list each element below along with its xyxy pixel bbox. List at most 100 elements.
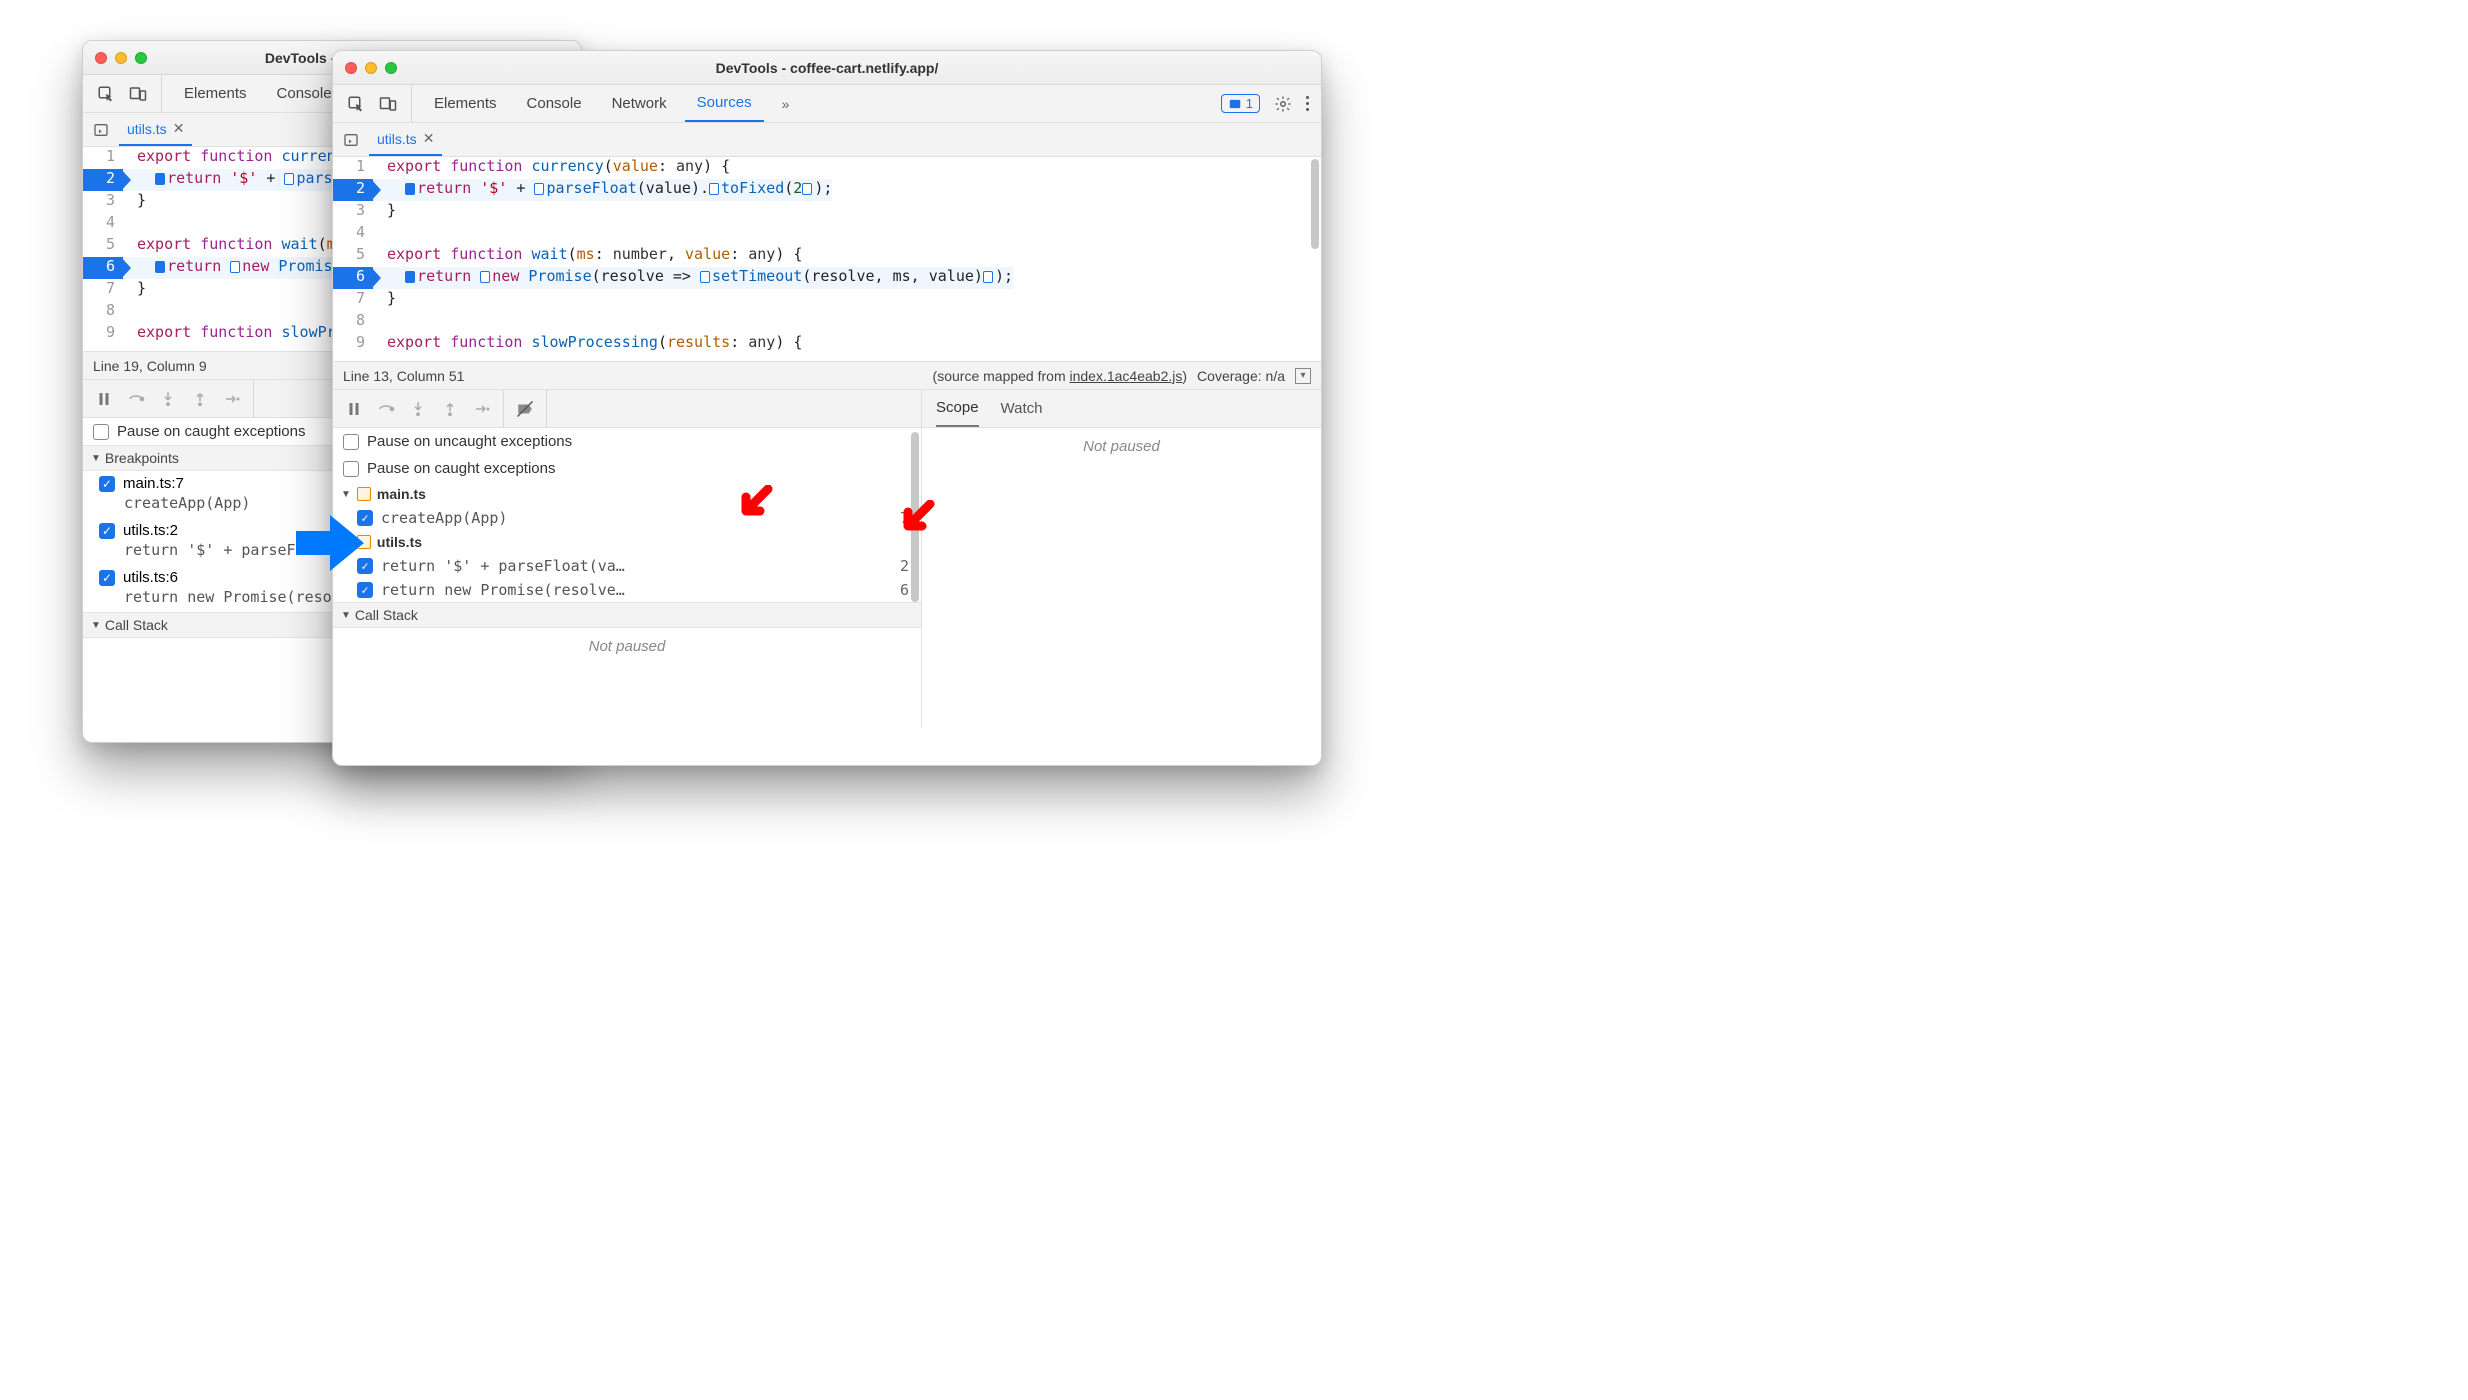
- tab-overflow[interactable]: »: [770, 85, 802, 122]
- line-number[interactable]: 3: [333, 201, 373, 223]
- breakpoint-entry[interactable]: return new Promise(resolve…6: [333, 578, 921, 602]
- code-line[interactable]: 7}: [333, 289, 1321, 311]
- close-icon[interactable]: [345, 62, 357, 74]
- tab-sources[interactable]: Sources: [685, 85, 764, 122]
- tab-elements[interactable]: Elements: [422, 85, 509, 122]
- line-number[interactable]: 1: [83, 147, 123, 169]
- gear-icon[interactable]: [1274, 95, 1292, 113]
- code-text[interactable]: export function wait(ms: number, value: …: [373, 245, 802, 267]
- code-text[interactable]: [373, 311, 387, 333]
- checkbox[interactable]: [357, 582, 373, 598]
- issues-badge[interactable]: 1: [1221, 94, 1260, 113]
- line-number[interactable]: 8: [83, 301, 123, 323]
- line-number[interactable]: 5: [333, 245, 373, 267]
- code-line[interactable]: 2 return '$' + parseFloat(value).toFixed…: [333, 179, 1321, 201]
- checkbox[interactable]: [99, 476, 115, 492]
- mapped-file-link[interactable]: index.1ac4eab2.js: [1070, 368, 1183, 384]
- device-mode-icon[interactable]: [129, 85, 147, 103]
- line-number[interactable]: 4: [83, 213, 123, 235]
- checkbox[interactable]: [343, 461, 359, 477]
- code-text[interactable]: }: [373, 289, 396, 311]
- line-number[interactable]: 1: [333, 157, 373, 179]
- breakpoint-file-group[interactable]: ▼utils.ts: [333, 530, 921, 554]
- code-text[interactable]: [123, 301, 137, 323]
- line-number[interactable]: 7: [83, 279, 123, 301]
- step-out-icon[interactable]: [191, 390, 209, 408]
- navigator-icon[interactable]: [343, 132, 359, 148]
- tab-watch[interactable]: Watch: [1001, 390, 1043, 427]
- code-text[interactable]: [373, 223, 387, 245]
- code-line[interactable]: 4: [333, 223, 1321, 245]
- step-into-icon[interactable]: [159, 390, 177, 408]
- device-mode-icon[interactable]: [379, 95, 397, 113]
- minimize-icon[interactable]: [365, 62, 377, 74]
- code-text[interactable]: [123, 213, 137, 235]
- minimize-icon[interactable]: [115, 52, 127, 64]
- code-text[interactable]: export function currency(value: any) {: [373, 157, 730, 179]
- code-line[interactable]: 8: [333, 311, 1321, 333]
- more-menu-icon[interactable]: [1306, 96, 1309, 111]
- line-number[interactable]: 6: [333, 267, 373, 289]
- code-text[interactable]: }: [123, 279, 146, 301]
- tab-network[interactable]: Network: [600, 85, 679, 122]
- line-number[interactable]: 3: [83, 191, 123, 213]
- coverage-toggle-icon[interactable]: ▾: [1295, 368, 1311, 384]
- close-tab-icon[interactable]: ✕: [423, 130, 435, 147]
- code-line[interactable]: 6 return new Promise(resolve => setTimeo…: [333, 267, 1321, 289]
- code-text[interactable]: return new Promise(resolve => setTimeout…: [373, 267, 1013, 289]
- zoom-icon[interactable]: [385, 62, 397, 74]
- code-text[interactable]: return '$' + parseFloat(value).toFixed(2…: [373, 179, 832, 201]
- scrollbar[interactable]: [1311, 157, 1319, 361]
- breakpoint-entry[interactable]: createApp(App)7: [333, 506, 921, 530]
- step-out-icon[interactable]: [441, 400, 459, 418]
- code-text[interactable]: export function slowProcessing(results: …: [373, 333, 802, 355]
- step-icon[interactable]: [473, 400, 491, 418]
- line-number[interactable]: 8: [333, 311, 373, 333]
- checkbox[interactable]: [99, 570, 115, 586]
- zoom-icon[interactable]: [135, 52, 147, 64]
- line-number[interactable]: 4: [333, 223, 373, 245]
- breakpoint-file-group[interactable]: ▼main.ts: [333, 482, 921, 506]
- close-icon[interactable]: [95, 52, 107, 64]
- line-number[interactable]: 9: [333, 333, 373, 355]
- pause-icon[interactable]: [345, 400, 363, 418]
- line-number[interactable]: 2: [333, 179, 373, 201]
- pause-icon[interactable]: [95, 390, 113, 408]
- line-number[interactable]: 6: [83, 257, 123, 279]
- navigator-icon[interactable]: [93, 122, 109, 138]
- file-tab-utils[interactable]: utils.ts ✕: [119, 113, 192, 146]
- inspect-icon[interactable]: [347, 95, 365, 113]
- checkbox[interactable]: [343, 434, 359, 450]
- breakpoint-entry[interactable]: return '$' + parseFloat(va…2: [333, 554, 921, 578]
- code-line[interactable]: 5export function wait(ms: number, value:…: [333, 245, 1321, 267]
- tab-scope[interactable]: Scope: [936, 390, 979, 427]
- step-into-icon[interactable]: [409, 400, 427, 418]
- inspect-icon[interactable]: [97, 85, 115, 103]
- step-icon[interactable]: [223, 390, 241, 408]
- tab-elements[interactable]: Elements: [172, 75, 259, 112]
- code-text[interactable]: }: [373, 201, 396, 223]
- deactivate-breakpoints-icon[interactable]: [516, 400, 534, 418]
- close-tab-icon[interactable]: ✕: [173, 120, 185, 137]
- code-line[interactable]: 1export function currency(value: any) {: [333, 157, 1321, 179]
- titlebar[interactable]: DevTools - coffee-cart.netlify.app/: [333, 51, 1321, 85]
- code-line[interactable]: 9export function slowProcessing(results:…: [333, 333, 1321, 355]
- step-over-icon[interactable]: [377, 400, 395, 418]
- line-number[interactable]: 9: [83, 323, 123, 345]
- code-line[interactable]: 3}: [333, 201, 1321, 223]
- file-tab-utils[interactable]: utils.ts ✕: [369, 123, 442, 156]
- line-number[interactable]: 7: [333, 289, 373, 311]
- scrollbar[interactable]: [911, 428, 919, 727]
- step-over-icon[interactable]: [127, 390, 145, 408]
- callstack-header[interactable]: ▼Call Stack: [333, 602, 921, 628]
- checkbox[interactable]: [93, 424, 109, 440]
- line-number[interactable]: 2: [83, 169, 123, 191]
- code-text[interactable]: }: [123, 191, 146, 213]
- checkbox[interactable]: [99, 523, 115, 539]
- pause-caught-row[interactable]: Pause on caught exceptions: [333, 455, 921, 482]
- tab-console[interactable]: Console: [515, 85, 594, 122]
- line-number[interactable]: 5: [83, 235, 123, 257]
- pause-uncaught-row[interactable]: Pause on uncaught exceptions: [333, 428, 921, 455]
- scope-watch-tabs: Scope Watch: [921, 390, 1321, 427]
- code-editor[interactable]: 1export function currency(value: any) {2…: [333, 157, 1321, 361]
